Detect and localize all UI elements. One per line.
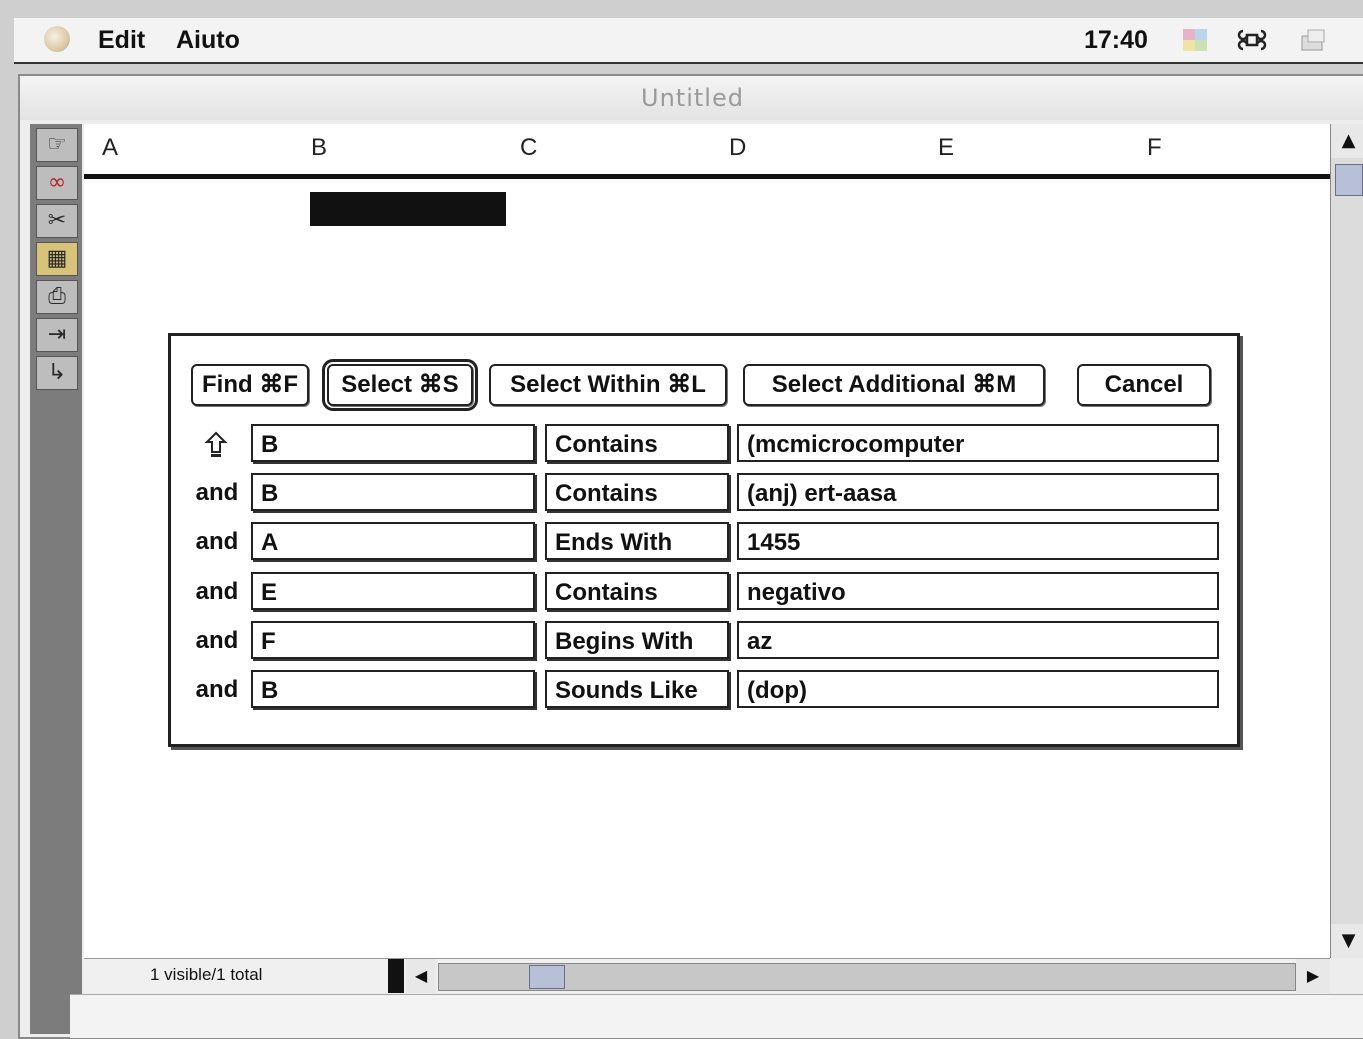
move-right-icon[interactable]: ⇥ bbox=[36, 318, 78, 352]
flashcards-icon[interactable]: ▦ bbox=[36, 242, 78, 276]
cancel-button[interactable]: Cancel bbox=[1077, 364, 1211, 406]
and-connector[interactable]: and bbox=[187, 578, 247, 606]
value-field[interactable]: (mcmicrocomputer bbox=[737, 424, 1219, 462]
record-count-status: 1 visible/1 total bbox=[150, 965, 263, 984]
column-header-e[interactable]: E bbox=[938, 134, 954, 162]
clear-criteria-icon[interactable] bbox=[201, 430, 231, 460]
column-field[interactable]: B bbox=[251, 473, 535, 511]
value-field[interactable]: negativo bbox=[737, 572, 1219, 610]
return-arrow-icon[interactable]: ↳ bbox=[36, 356, 78, 390]
column-field[interactable]: E bbox=[251, 572, 535, 610]
criteria-row: and B Sounds Like (dop) bbox=[171, 670, 1237, 716]
and-connector[interactable]: and bbox=[187, 676, 247, 704]
value-field[interactable]: az bbox=[737, 621, 1219, 659]
column-field[interactable]: A bbox=[251, 522, 535, 560]
scroll-up-arrow-icon[interactable]: ▲ bbox=[1331, 124, 1363, 158]
column-field[interactable]: B bbox=[251, 670, 535, 708]
scroll-left-arrow-icon[interactable]: ◀ bbox=[406, 959, 436, 993]
value-field[interactable]: 1455 bbox=[737, 522, 1219, 560]
criteria-row: and B Contains (anj) ert-aasa bbox=[171, 473, 1237, 519]
color-picker-icon[interactable] bbox=[1180, 26, 1212, 54]
operator-popup[interactable]: Ends With bbox=[545, 522, 729, 560]
horizontal-scrollbar[interactable] bbox=[438, 963, 1296, 991]
status-bar: 1 visible/1 total ◀ ▶ bbox=[84, 958, 1330, 993]
window-title-bar[interactable]: Untitled bbox=[20, 76, 1363, 120]
menu-aiuto[interactable]: Aiuto bbox=[176, 26, 240, 55]
find-button[interactable]: Find ⌘F bbox=[191, 364, 309, 406]
window-footer bbox=[70, 994, 1363, 1038]
formula-tool-icon[interactable]: ∞ bbox=[36, 166, 78, 200]
operator-popup[interactable]: Begins With bbox=[545, 621, 729, 659]
column-field[interactable]: B bbox=[251, 424, 535, 462]
value-field[interactable]: (dop) bbox=[737, 670, 1219, 708]
print-icon[interactable]: ⎙ bbox=[36, 280, 78, 314]
apple-menu-icon[interactable] bbox=[44, 26, 70, 52]
value-field[interactable]: (anj) ert-aasa bbox=[737, 473, 1219, 511]
and-connector[interactable]: and bbox=[187, 479, 247, 507]
command-key-icon[interactable] bbox=[1236, 26, 1268, 54]
criteria-row: and F Begins With az bbox=[171, 621, 1237, 667]
operator-popup[interactable]: Contains bbox=[545, 572, 729, 610]
window-title: Untitled bbox=[641, 84, 744, 112]
column-header-f[interactable]: F bbox=[1147, 134, 1162, 162]
criteria-row: and E Contains negativo bbox=[171, 572, 1237, 618]
application-menu-icon[interactable] bbox=[1298, 26, 1330, 54]
scroll-down-arrow-icon[interactable]: ▼ bbox=[1331, 924, 1363, 958]
scissors-icon[interactable]: ✂ bbox=[36, 204, 78, 238]
vertical-scrollbar[interactable]: ▲ ▼ bbox=[1330, 124, 1363, 958]
operator-popup[interactable]: Contains bbox=[545, 424, 729, 462]
criteria-row: B Contains (mcmicrocomputer bbox=[171, 424, 1237, 470]
select-within-button[interactable]: Select Within ⌘L bbox=[489, 364, 727, 406]
and-connector[interactable]: and bbox=[187, 627, 247, 655]
select-button[interactable]: Select ⌘S bbox=[322, 359, 478, 411]
operator-popup[interactable]: Contains bbox=[545, 473, 729, 511]
column-header-c[interactable]: C bbox=[520, 134, 537, 162]
menu-bar: Edit Aiuto 17:40 bbox=[14, 18, 1363, 64]
column-header-d[interactable]: D bbox=[729, 134, 746, 162]
selected-cell[interactable] bbox=[310, 192, 506, 226]
column-header-a[interactable]: A bbox=[102, 134, 118, 162]
menu-edit[interactable]: Edit bbox=[98, 26, 145, 55]
column-header-row: A B C D E F bbox=[84, 124, 1330, 179]
criteria-row: and A Ends With 1455 bbox=[171, 522, 1237, 568]
find-select-dialog: Find ⌘F Select ⌘S Select Within ⌘L Selec… bbox=[168, 333, 1240, 747]
and-connector[interactable]: and bbox=[187, 528, 247, 556]
column-field[interactable]: F bbox=[251, 621, 535, 659]
horizontal-scroll-thumb[interactable] bbox=[529, 965, 565, 989]
select-additional-button[interactable]: Select Additional ⌘M bbox=[743, 364, 1045, 406]
split-handle[interactable] bbox=[388, 959, 404, 993]
tool-palette: ☞ ∞ ✂ ▦ ⎙ ⇥ ↳ bbox=[30, 124, 82, 1034]
scroll-right-arrow-icon[interactable]: ▶ bbox=[1296, 959, 1330, 993]
menubar-clock[interactable]: 17:40 bbox=[1084, 26, 1148, 55]
vertical-scroll-thumb[interactable] bbox=[1335, 164, 1363, 196]
column-header-b[interactable]: B bbox=[311, 134, 327, 162]
pointer-tool-icon[interactable]: ☞ bbox=[36, 128, 78, 162]
operator-popup[interactable]: Sounds Like bbox=[545, 670, 729, 708]
